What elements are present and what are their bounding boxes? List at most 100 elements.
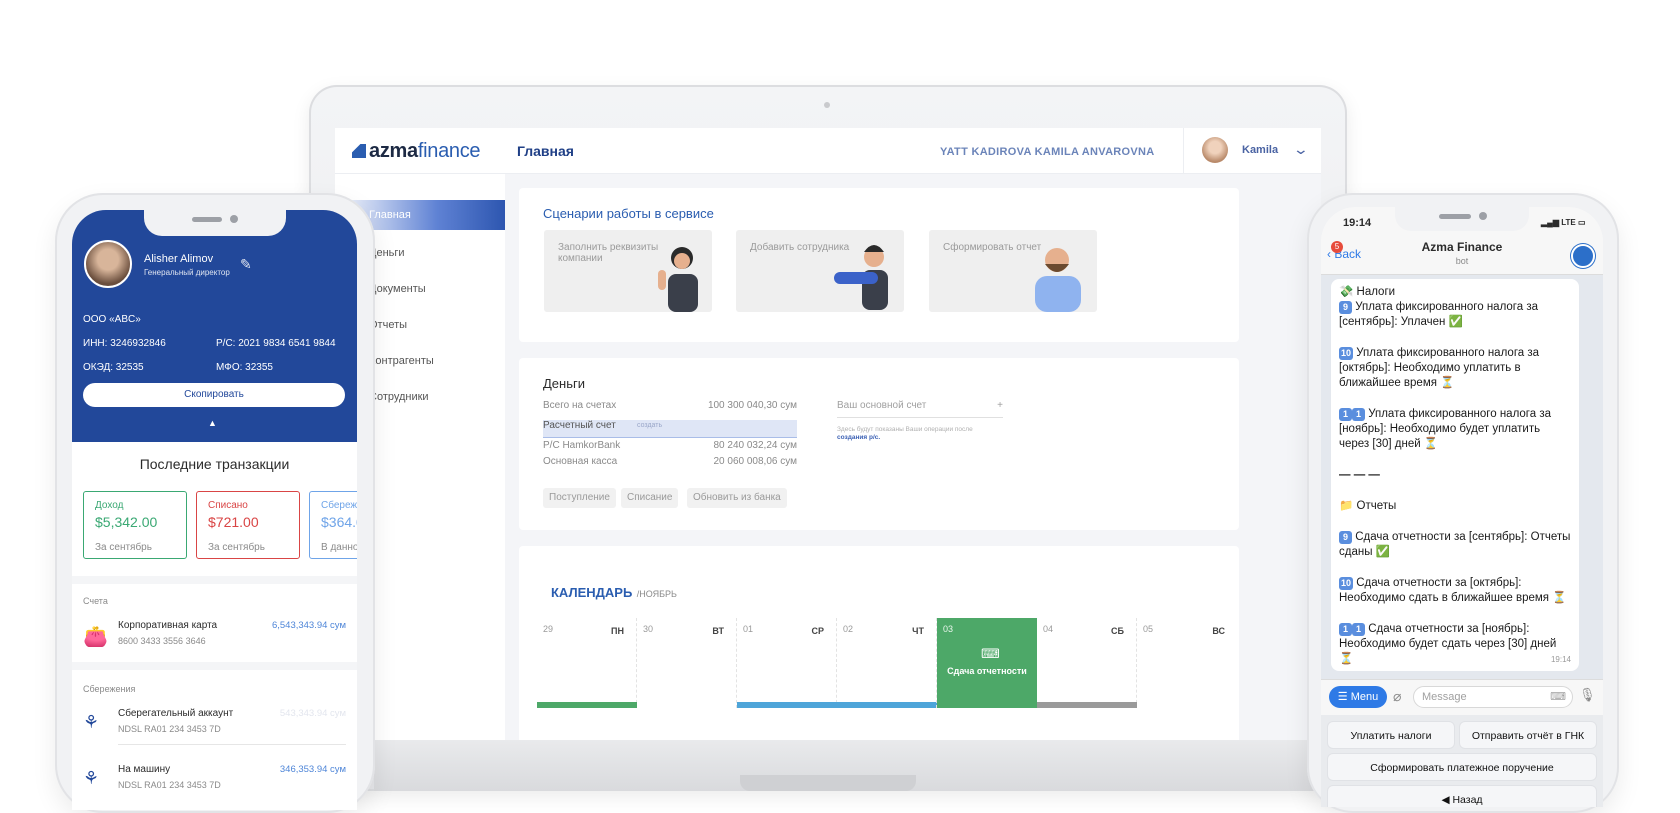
scenarios-title: Сценарии работы в сервисе bbox=[543, 206, 714, 221]
profile-name: Alisher Alimov bbox=[144, 253, 214, 265]
money-row-value: 100 300 040,30 сум bbox=[707, 400, 797, 411]
chat-subtitle: bot bbox=[1455, 256, 1469, 266]
calendar-day[interactable]: 30 ВТ bbox=[637, 618, 737, 708]
add-icon[interactable]: + bbox=[997, 400, 1003, 411]
attach-icon[interactable]: ⌀ bbox=[1393, 688, 1401, 705]
event-label[interactable]: Сдача отчетности bbox=[937, 666, 1037, 676]
pay-taxes-button[interactable]: Уплатить налоги bbox=[1327, 721, 1455, 749]
calendar-day[interactable]: 05 ВС bbox=[1137, 618, 1237, 708]
message-text: Сдача отчетности за [октябрь]: Необходим… bbox=[1339, 577, 1567, 604]
payment-order-button[interactable]: Сформировать платежное поручение bbox=[1327, 753, 1597, 781]
money-row-label: Основная касса bbox=[543, 456, 618, 467]
expense-button[interactable]: Списание bbox=[621, 488, 679, 508]
message-line: 11 Уплата фиксированного налога за [нояб… bbox=[1339, 407, 1571, 452]
chevron-down-icon[interactable]: ⌄ bbox=[1293, 141, 1309, 158]
page-title: Главная bbox=[517, 143, 574, 159]
number-badge: 10 bbox=[1339, 347, 1354, 360]
day-number: 29 bbox=[543, 624, 554, 634]
message-line: 10 Уплата фиксированного налога за [октя… bbox=[1339, 346, 1571, 391]
scenario-add-employee[interactable]: Добавить сотрудника bbox=[736, 230, 904, 312]
money-hint-link[interactable]: создания р/с. bbox=[837, 434, 880, 441]
scenarios-card: Сценарии работы в сервисе Заполнить рекв… bbox=[519, 188, 1239, 342]
chat-navbar: ‹ Back 5 Azma Finance bot bbox=[1321, 235, 1603, 275]
back-keyboard-button[interactable]: ◀ Назад bbox=[1327, 785, 1597, 807]
user-menu[interactable]: Kamila ⌄ bbox=[1183, 128, 1321, 174]
bot-avatar[interactable] bbox=[1571, 244, 1595, 268]
message-line: 10 Сдача отчетности за [октябрь]: Необхо… bbox=[1339, 576, 1571, 606]
calendar-day[interactable]: 04 СБ bbox=[1037, 618, 1137, 708]
message-text: Уплата фиксированного налога за [сентябр… bbox=[1339, 301, 1539, 328]
card-period: За сентябрь bbox=[95, 542, 152, 553]
card-label: Сбереж bbox=[321, 500, 357, 511]
income-card[interactable]: Доход $5,342.00 За сентябрь bbox=[83, 491, 187, 559]
number-badge: 1 bbox=[1352, 408, 1365, 421]
copy-button[interactable]: Скопировать bbox=[83, 383, 345, 407]
piggy-bank-icon: ⚘ bbox=[83, 768, 100, 788]
money-settlement-row[interactable]: Расчетный счет создать bbox=[543, 420, 797, 438]
menu-button[interactable]: ☰ Menu bbox=[1329, 686, 1387, 708]
right-phone-frame: 19:14 ▂▄▆ LTE ▭ ‹ Back 5 Azma Finance bo… bbox=[1307, 193, 1619, 813]
day-name: ВТ bbox=[712, 626, 724, 636]
divider bbox=[118, 744, 346, 745]
edit-icon[interactable]: ✎ bbox=[240, 256, 252, 273]
money-row-value: 20 060 008,06 сум bbox=[713, 456, 798, 467]
calendar-day[interactable]: 01 СР bbox=[737, 618, 937, 708]
message-line: 📁 Отчеты bbox=[1339, 500, 1397, 512]
main-account-field[interactable]: Ваш основной счет + bbox=[837, 400, 1003, 418]
message-text: Сдача отчетности за [сентябрь]: Отчеты с… bbox=[1339, 531, 1571, 558]
income-button[interactable]: Поступление bbox=[543, 488, 616, 508]
savings-name[interactable]: Сберегательный аккаунт bbox=[118, 708, 233, 719]
day-number: 30 bbox=[643, 624, 654, 634]
message-input[interactable]: Message ⌨ bbox=[1413, 686, 1573, 708]
savings-title: Сбережения bbox=[83, 684, 136, 694]
day-number: 01 bbox=[743, 624, 754, 634]
scenario-company-details[interactable]: Заполнить реквизиты компании bbox=[544, 230, 712, 312]
scenario-make-report[interactable]: Сформировать отчет bbox=[929, 230, 1097, 312]
menu-label: Menu bbox=[1350, 691, 1379, 703]
signal-text: LTE bbox=[1561, 218, 1576, 227]
bot-message: 💸 Налоги 9 Уплата фиксированного налога … bbox=[1331, 279, 1579, 671]
bot-keyboard: Уплатить налоги Отправить отчёт в ГНК Сф… bbox=[1321, 715, 1603, 807]
desktop-screen: azmafinance Главная YATT KADIROVA KAMILA… bbox=[335, 128, 1321, 745]
savings-name[interactable]: На машину bbox=[118, 764, 170, 775]
message-line: — — — bbox=[1339, 469, 1380, 481]
day-number: 04 bbox=[1043, 624, 1054, 634]
calendar-card: КАЛЕНДАРЬ /НОЯБРЬ 29 ПН 30 ВТ 01 СР 02 Ч… bbox=[519, 546, 1239, 745]
collapse-icon[interactable]: ▲ bbox=[208, 418, 217, 428]
card-period: В данно bbox=[321, 542, 357, 553]
logo-mark-icon bbox=[352, 144, 366, 158]
send-report-button[interactable]: Отправить отчёт в ГНК bbox=[1459, 721, 1597, 749]
expense-card[interactable]: Списано $721.00 За сентябрь bbox=[196, 491, 300, 559]
calendar-month: /НОЯБРЬ bbox=[636, 589, 677, 599]
account-number: 8600 3433 3556 3646 bbox=[118, 636, 206, 646]
presentation-icon: ⌨ bbox=[981, 646, 1000, 661]
account-name[interactable]: Корпоративная карта bbox=[118, 620, 217, 631]
number-badge: 1 bbox=[1339, 623, 1352, 636]
money-hint-text: Здесь будут показаны Ваши операции после bbox=[837, 426, 973, 433]
create-account-link[interactable]: создать bbox=[637, 422, 662, 429]
piggy-bank-icon: ⚘ bbox=[83, 712, 100, 732]
calendar-day-highlight[interactable]: 03 ⌨ Сдача отчетности bbox=[937, 618, 1037, 708]
message-placeholder: Message bbox=[1422, 691, 1467, 703]
microphone-icon[interactable]: 🎙 bbox=[1579, 687, 1596, 703]
money-hint: Здесь будут показаны Ваши операции после… bbox=[837, 426, 1017, 442]
app-logo[interactable]: azmafinance bbox=[352, 140, 481, 163]
logo-main-text: azma bbox=[369, 140, 418, 162]
number-badge: 9 bbox=[1339, 301, 1352, 314]
message-text: Уплата фиксированного налога за [ноябрь]… bbox=[1339, 408, 1552, 450]
calendar-day[interactable]: 02 ЧТ bbox=[837, 618, 937, 708]
number-badge: 1 bbox=[1339, 408, 1352, 421]
number-badge: 10 bbox=[1339, 577, 1354, 590]
card-amount: $364.0 bbox=[321, 514, 357, 530]
calendar-day[interactable]: 29 ПН bbox=[537, 618, 637, 708]
phone-notch bbox=[1395, 207, 1529, 231]
savings-number: NDSL RA01 234 3453 7D bbox=[118, 724, 221, 734]
savings-card[interactable]: Сбереж $364.0 В данно bbox=[309, 491, 357, 559]
speaker-icon bbox=[192, 217, 222, 222]
oked-text: ОКЭД: 32535 bbox=[83, 362, 144, 373]
keyboard-icon[interactable]: ⌨ bbox=[1550, 687, 1566, 707]
day-number: 02 bbox=[843, 624, 854, 634]
update-from-bank-button[interactable]: Обновить из банка bbox=[687, 488, 787, 508]
message-text: Уплата фиксированного налога за [октябрь… bbox=[1339, 347, 1540, 389]
menu-icon: ☰ bbox=[1337, 691, 1348, 703]
